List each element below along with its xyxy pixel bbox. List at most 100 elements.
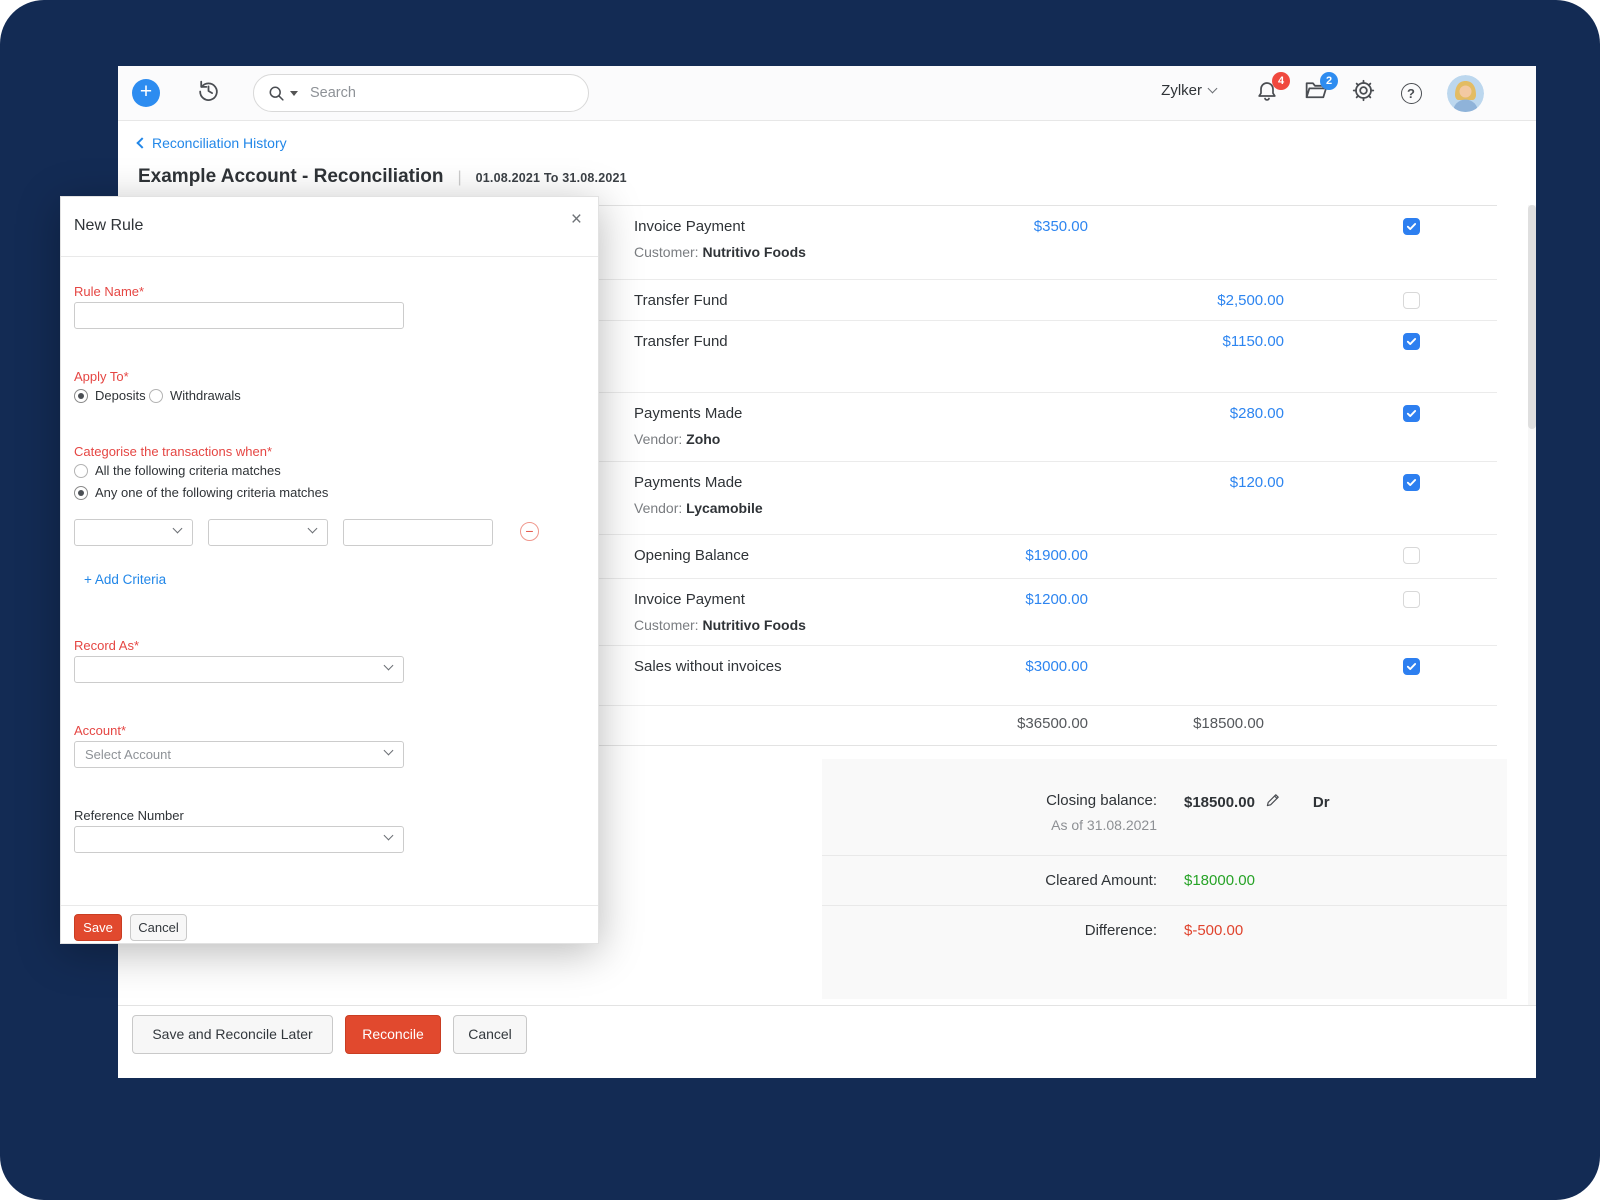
radio-unselected-icon (74, 464, 88, 478)
categorise-label: Categorise the transactions when* (74, 444, 272, 459)
reference-number-select[interactable] (74, 826, 404, 853)
radio-selected-icon (74, 389, 88, 403)
closing-balance-asof: As of 31.08.2021 (1046, 817, 1157, 833)
reference-number-label: Reference Number (74, 808, 184, 823)
close-icon[interactable]: × (571, 210, 582, 229)
apply-to-deposits-radio[interactable]: Deposits (74, 388, 146, 403)
cleared-amount-label: Cleared Amount: (1045, 872, 1157, 889)
recent-history-button[interactable] (194, 79, 222, 107)
gear-icon (1351, 78, 1376, 108)
search-scope-caret-icon[interactable] (290, 91, 298, 96)
documents-button[interactable]: 2 (1301, 79, 1329, 107)
criteria-value-input[interactable] (343, 519, 493, 546)
new-rule-modal: New Rule × Rule Name* Apply To* Deposits… (60, 196, 599, 944)
row-checkbox[interactable] (1403, 405, 1420, 422)
breadcrumb[interactable]: Reconciliation History (138, 135, 287, 151)
difference-value: $-500.00 (1184, 922, 1243, 939)
withdrawals-option-label: Withdrawals (170, 388, 241, 403)
apply-to-withdrawals-radio[interactable]: Withdrawals (149, 388, 241, 403)
edit-pencil-icon[interactable] (1265, 792, 1281, 812)
reconciliation-summary: Closing balance: As of 31.08.2021 $18500… (822, 759, 1507, 999)
row-amount: $120.00 (1230, 474, 1284, 491)
row-checkbox[interactable] (1403, 474, 1420, 491)
table-row: Payments Made Vendor: Zoho $280.00 (599, 393, 1497, 462)
quick-create-button[interactable]: + (132, 79, 160, 107)
title-separator: | (457, 169, 461, 187)
any-criteria-radio[interactable]: Any one of the following criteria matche… (74, 485, 328, 500)
save-and-reconcile-later-button[interactable]: Save and Reconcile Later (132, 1015, 333, 1054)
row-amount: $1150.00 (1223, 333, 1284, 350)
top-bar: + Search Zylker (118, 66, 1536, 121)
row-checkbox[interactable] (1403, 658, 1420, 675)
chevron-down-icon (308, 524, 318, 534)
table-row: Opening Balance$1900.00 (599, 535, 1497, 579)
plus-icon: + (140, 80, 152, 103)
cleared-amount-value: $18000.00 (1184, 872, 1255, 889)
notification-count-badge: 4 (1272, 72, 1290, 90)
row-checkbox[interactable] (1403, 591, 1420, 608)
row-subtitle: Vendor: Lycamobile (634, 500, 1497, 516)
search-placeholder: Search (310, 85, 356, 101)
notifications-button[interactable]: 4 (1253, 79, 1281, 107)
chevron-down-icon (384, 831, 394, 841)
chevron-down-icon (384, 746, 394, 756)
row-checkbox[interactable] (1403, 547, 1420, 564)
remove-criteria-icon[interactable]: − (520, 522, 539, 541)
modal-title: New Rule (74, 217, 143, 235)
criteria-comparator-select[interactable] (208, 519, 328, 546)
account-select[interactable]: Select Account (74, 741, 404, 768)
scrollbar-thumb[interactable] (1528, 205, 1536, 429)
row-checkbox[interactable] (1403, 333, 1420, 350)
transaction-rows: Invoice PaymentCustomer: Nutritivo Foods… (599, 206, 1497, 706)
scrollbar-track (1528, 205, 1536, 1078)
record-as-label: Record As* (74, 638, 139, 653)
total-withdrawals: $18500.00 (1193, 715, 1264, 732)
cleared-amount-row: Cleared Amount: $18000.00 (822, 856, 1507, 906)
apply-to-label: Apply To* (74, 369, 129, 384)
transactions-table: Invoice PaymentCustomer: Nutritivo Foods… (599, 205, 1497, 746)
difference-label: Difference: (1085, 922, 1157, 939)
row-title: Transfer Fund (634, 292, 1497, 309)
search-input[interactable]: Search (253, 74, 589, 112)
reconcile-button[interactable]: Reconcile (345, 1015, 441, 1054)
row-amount: $2,500.00 (1217, 292, 1284, 309)
chevron-down-icon (1208, 84, 1218, 94)
criteria-field-select[interactable] (74, 519, 193, 546)
modal-header: New Rule × (61, 197, 598, 257)
row-title: Payments Made (634, 474, 1497, 491)
closing-balance-label: Closing balance: As of 31.08.2021 (1046, 792, 1157, 833)
record-as-select[interactable] (74, 656, 404, 683)
chevron-down-icon (173, 524, 183, 534)
footer-cancel-button[interactable]: Cancel (453, 1015, 527, 1054)
footer-bar: Save and Reconcile Later Reconcile Cance… (118, 1005, 1536, 1078)
row-subtitle: Customer: Nutritivo Foods (634, 244, 1497, 260)
add-criteria-link[interactable]: + Add Criteria (84, 572, 166, 587)
settings-button[interactable] (1349, 79, 1377, 107)
cancel-button[interactable]: Cancel (130, 914, 187, 941)
org-switcher[interactable]: Zylker (1161, 82, 1216, 99)
difference-row: Difference: $-500.00 (822, 906, 1507, 956)
closing-balance-row: Closing balance: As of 31.08.2021 $18500… (822, 759, 1507, 856)
row-subtitle: Vendor: Zoho (634, 431, 1497, 447)
account-label: Account* (74, 723, 126, 738)
all-criteria-radio[interactable]: All the following criteria matches (74, 463, 281, 478)
row-amount: $350.00 (1034, 218, 1088, 235)
row-amount: $1200.00 (1025, 591, 1088, 608)
save-button[interactable]: Save (74, 914, 122, 941)
user-avatar[interactable] (1447, 75, 1484, 112)
total-deposits: $36500.00 (1017, 715, 1088, 732)
help-button[interactable]: ? (1397, 79, 1425, 107)
modal-footer: Save Cancel (61, 905, 598, 945)
row-checkbox[interactable] (1403, 218, 1420, 235)
row-checkbox[interactable] (1403, 292, 1420, 309)
breadcrumb-label: Reconciliation History (152, 135, 287, 151)
rule-name-input[interactable] (74, 302, 404, 329)
rule-name-label: Rule Name* (74, 284, 144, 299)
row-amount: $280.00 (1230, 405, 1284, 422)
help-icon: ? (1401, 83, 1422, 104)
history-icon (196, 78, 221, 108)
row-title: Payments Made (634, 405, 1497, 422)
desktop-background: + Search Zylker (0, 0, 1600, 1200)
table-row: Transfer Fund$2,500.00 (599, 280, 1497, 321)
totals-row: $36500.00 $18500.00 (599, 706, 1497, 746)
